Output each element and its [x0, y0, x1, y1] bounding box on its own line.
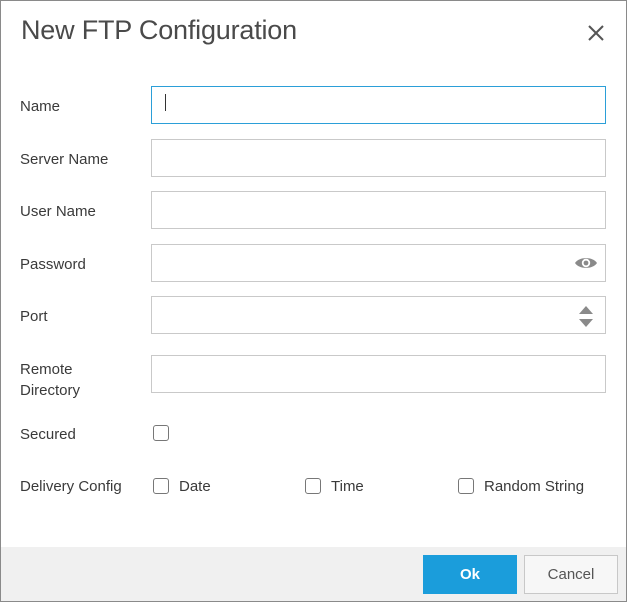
name-input[interactable]	[151, 86, 606, 124]
random-string-option-label: Random String	[484, 478, 585, 495]
spinner-down-icon[interactable]	[579, 319, 593, 327]
port-input[interactable]	[151, 296, 606, 334]
secured-label: Secured	[20, 426, 76, 443]
ftp-config-dialog: New FTP Configuration Name Server Name U…	[0, 0, 627, 602]
user-name-input[interactable]	[151, 191, 606, 229]
port-label: Port	[20, 308, 48, 325]
cancel-button[interactable]: Cancel	[524, 555, 618, 594]
date-checkbox[interactable]	[153, 478, 169, 494]
user-name-label: User Name	[20, 203, 96, 220]
ok-button[interactable]: Ok	[423, 555, 517, 594]
remote-directory-label-line1: Remote	[20, 361, 73, 378]
secured-checkbox[interactable]	[153, 425, 169, 441]
dialog-footer: Ok Cancel	[1, 547, 626, 601]
spinner-up-icon[interactable]	[579, 306, 593, 314]
name-label: Name	[20, 98, 61, 115]
text-caret	[165, 94, 166, 111]
eye-icon[interactable]	[574, 255, 598, 271]
password-input[interactable]	[151, 244, 606, 282]
server-name-label: Server Name	[20, 151, 109, 168]
delivery-config-label: Delivery Config	[20, 478, 122, 495]
date-option-label: Date	[179, 478, 211, 495]
remote-directory-label-line2: Directory	[20, 382, 81, 399]
time-option-label: Time	[331, 478, 364, 495]
remote-directory-label: Remote Directory	[20, 359, 80, 401]
password-label: Password	[20, 256, 86, 273]
close-icon[interactable]	[585, 22, 607, 44]
server-name-input[interactable]	[151, 139, 606, 177]
dialog-title: New FTP Configuration	[21, 15, 297, 45]
remote-directory-input[interactable]	[151, 355, 606, 393]
time-checkbox[interactable]	[305, 478, 321, 494]
random-string-checkbox[interactable]	[458, 478, 474, 494]
